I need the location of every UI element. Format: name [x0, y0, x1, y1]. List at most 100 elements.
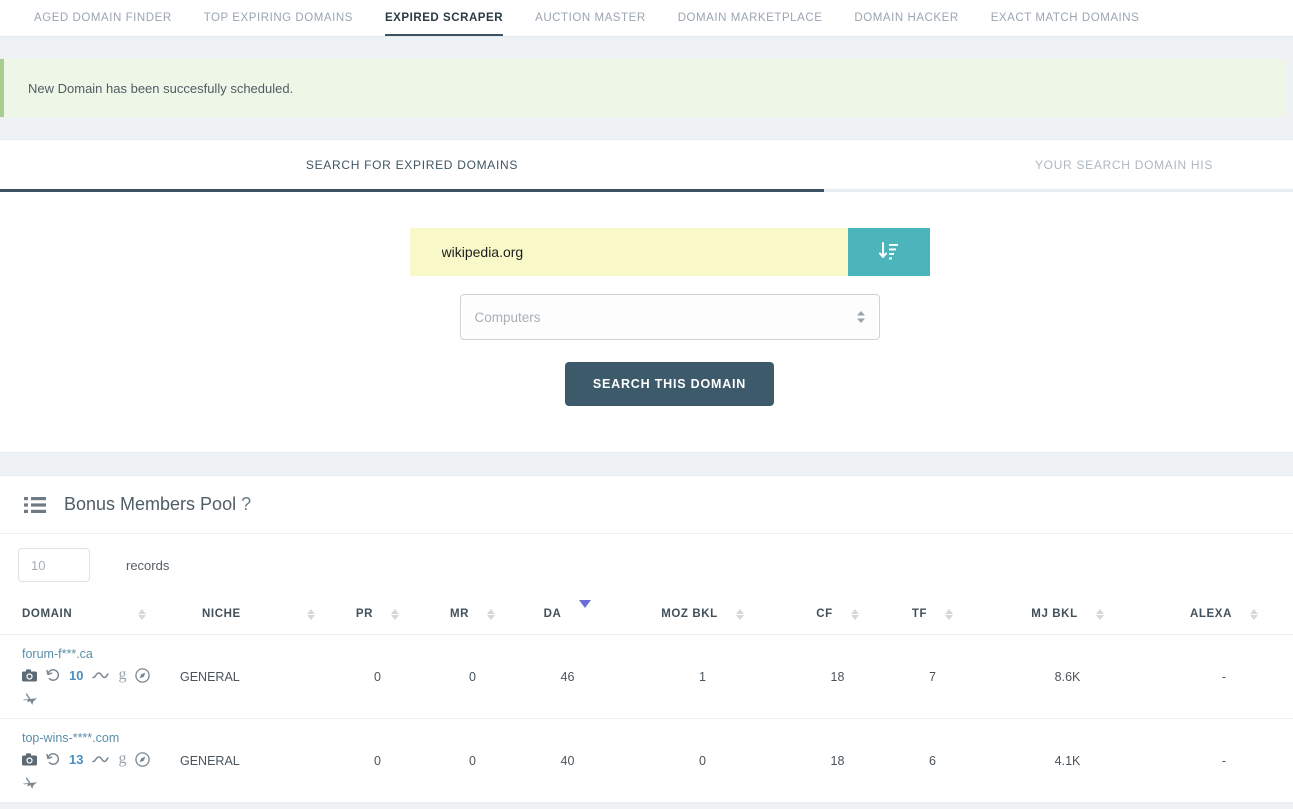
airplane-icon[interactable] — [22, 776, 38, 790]
domain-link[interactable]: forum-f***.ca — [22, 647, 180, 661]
topnav-item-domain-hacker[interactable]: DOMAIN HACKER — [838, 0, 974, 36]
column-header-moz-bkl[interactable]: MOZ BKL — [615, 596, 790, 635]
compass-icon[interactable] — [135, 751, 151, 767]
sort-desc-active-icon[interactable] — [579, 600, 592, 620]
alert-region: New Domain has been succesfully schedule… — [0, 37, 1293, 117]
topnav-item-exact-match-domains[interactable]: EXACT MATCH DOMAINS — [975, 0, 1156, 36]
column-header-label: DOMAIN — [22, 608, 73, 620]
column-header-da[interactable]: DA — [520, 596, 615, 635]
topnav-item-label: AGED DOMAIN FINDER — [34, 12, 172, 24]
history-icon[interactable] — [46, 668, 60, 682]
column-header-mr[interactable]: MR — [425, 596, 520, 635]
topnav-item-label: DOMAIN HACKER — [854, 12, 959, 24]
domain-link[interactable]: top-wins-****.com — [22, 731, 180, 745]
search-panel: SEARCH FOR EXPIRED DOMAINS YOUR SEARCH D… — [0, 139, 1293, 453]
cell-pr: 0 — [330, 718, 425, 803]
google-g-icon[interactable]: g — [118, 751, 126, 767]
row-action-icons: 10 g — [22, 667, 152, 706]
sort-toggle-icon[interactable] — [1095, 608, 1104, 620]
niche-select-value: Computers — [474, 309, 541, 325]
google-g-icon[interactable]: g — [118, 667, 126, 683]
domain-search-row — [409, 228, 930, 276]
topnav-item-label: AUCTION MASTER — [535, 12, 646, 24]
sort-toggle-icon[interactable] — [391, 608, 400, 620]
topnav-item-label: EXPIRED SCRAPER — [384, 12, 504, 24]
column-header-pr[interactable]: PR — [330, 596, 425, 635]
domain-search-input[interactable] — [409, 228, 848, 276]
cell-mr: 0 — [425, 634, 520, 719]
topnav-item-auction-master[interactable]: AUCTION MASTER — [519, 0, 662, 36]
sort-toggle-icon[interactable] — [850, 608, 859, 620]
cell-tf: 6 — [885, 718, 980, 803]
column-header-mj-bkl[interactable]: MJ BKL — [980, 596, 1155, 635]
search-this-domain-button[interactable]: SEARCH THIS DOMAIN — [564, 362, 775, 406]
column-header-label: MJ BKL — [1031, 608, 1078, 620]
help-marker[interactable]: ? — [241, 494, 251, 514]
cell-moz-bkl: 1 — [615, 634, 790, 719]
snapshot-count[interactable]: 13 — [69, 752, 83, 767]
column-header-label: ALEXA — [1190, 608, 1232, 620]
column-header-label: TF — [911, 608, 928, 620]
top-navigation: AGED DOMAIN FINDER TOP EXPIRING DOMAINS EX… — [0, 0, 1293, 37]
column-header-label: DA — [543, 608, 562, 620]
column-header-label: MOZ BKL — [661, 608, 718, 620]
table-row: forum-f***.ca 10 g GENERAL 0 0 46 1 18 7 8.6K - — [0, 634, 1293, 719]
column-header-tf[interactable]: TF — [885, 596, 980, 635]
sort-toggle-icon[interactable] — [945, 608, 954, 620]
list-icon — [24, 496, 46, 514]
cell-mj-bkl: 4.1K — [980, 718, 1155, 803]
pool-title-text: Bonus Members Pool — [64, 494, 237, 514]
column-header-domain[interactable]: DOMAIN — [0, 596, 180, 635]
domain-cell: top-wins-****.com 13 g — [0, 718, 180, 803]
topnav-item-top-expiring-domains[interactable]: TOP EXPIRING DOMAINS — [188, 0, 369, 36]
airplane-icon[interactable] — [22, 692, 38, 706]
topnav-item-expired-scraper[interactable]: EXPIRED SCRAPER — [369, 0, 519, 36]
column-header-label: MR — [449, 608, 470, 620]
sort-toggle-icon[interactable] — [735, 608, 744, 620]
cell-cf: 18 — [790, 718, 885, 803]
cell-da: 46 — [520, 634, 615, 719]
tab-search-for-expired-domains[interactable]: SEARCH FOR EXPIRED DOMAINS — [0, 140, 824, 192]
records-count-input[interactable] — [18, 548, 90, 582]
row-action-icons: 13 g — [22, 751, 152, 790]
niche-select[interactable]: Computers — [459, 294, 880, 340]
sort-toggle-icon[interactable] — [487, 608, 496, 620]
compass-icon[interactable] — [135, 667, 151, 683]
table-row: top-wins-****.com 13 g GENERAL 0 0 40 0 18 6 4.1K - — [0, 718, 1293, 803]
topnav-item-aged-domain-finder[interactable]: AGED DOMAIN FINDER — [18, 0, 188, 36]
cell-moz-bkl: 0 — [615, 718, 790, 803]
pool-header: Bonus Members Pool ? — [0, 476, 1293, 534]
cell-cf: 18 — [790, 634, 885, 719]
column-header-cf[interactable]: CF — [790, 596, 885, 635]
column-header-niche[interactable]: NICHE — [180, 596, 330, 635]
topnav-item-domain-marketplace[interactable]: DOMAIN MARKETPLACE — [662, 0, 839, 36]
search-form: Computers SEARCH THIS DOMAIN — [0, 192, 1293, 452]
cell-pr: 0 — [330, 634, 425, 719]
records-row: records — [0, 534, 1293, 596]
cell-niche: GENERAL — [180, 634, 330, 719]
camera-icon[interactable] — [22, 668, 37, 682]
trend-line-icon[interactable] — [92, 754, 110, 765]
sort-toggle-icon[interactable] — [1249, 608, 1258, 620]
pool-table: DOMAIN NICHE PR MR DA MOZ BKL CF TF MJ BKL ALEXA … — [0, 596, 1293, 803]
sort-button[interactable] — [847, 228, 930, 276]
tab-label: SEARCH FOR EXPIRED DOMAINS — [305, 157, 519, 172]
snapshot-count[interactable]: 10 — [69, 668, 83, 683]
column-header-alexa[interactable]: ALEXA — [1155, 596, 1293, 635]
topnav-item-label: TOP EXPIRING DOMAINS — [203, 12, 353, 24]
sort-amount-down-icon — [878, 241, 900, 264]
cell-alexa: - — [1155, 634, 1293, 719]
trend-line-icon[interactable] — [92, 670, 110, 681]
sort-toggle-icon[interactable] — [306, 608, 315, 620]
cell-alexa: - — [1155, 718, 1293, 803]
tab-your-search-domain-history[interactable]: YOUR SEARCH DOMAIN HIS — [824, 140, 1293, 192]
camera-icon[interactable] — [22, 752, 37, 766]
records-label: records — [126, 557, 170, 573]
sort-toggle-icon[interactable] — [138, 608, 147, 620]
tab-label: YOUR SEARCH DOMAIN HIS — [1034, 157, 1214, 172]
topnav-item-label: EXACT MATCH DOMAINS — [990, 12, 1140, 24]
page-title: Bonus Members Pool ? — [64, 494, 251, 515]
history-icon[interactable] — [46, 752, 60, 766]
cell-mj-bkl: 8.6K — [980, 634, 1155, 719]
column-header-label: CF — [816, 608, 833, 620]
